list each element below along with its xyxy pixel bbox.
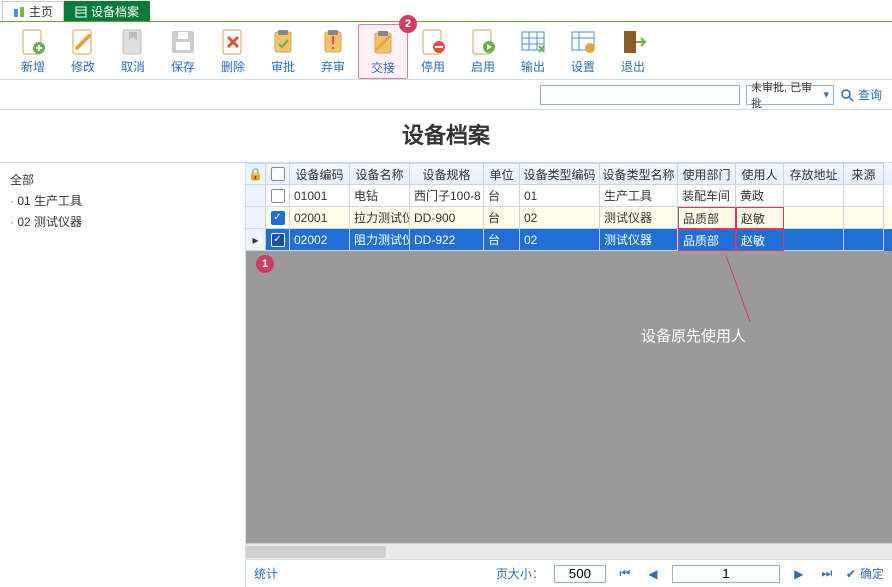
settings-icon — [569, 28, 597, 56]
scrollbar-thumb[interactable] — [246, 546, 386, 558]
new-icon — [19, 28, 47, 56]
horizontal-scrollbar[interactable] — [246, 543, 892, 559]
first-page-button[interactable]: ⏮ — [616, 565, 634, 583]
chevron-down-icon: ▾ — [823, 88, 829, 101]
row-checkbox[interactable] — [271, 189, 285, 203]
delete-button[interactable]: 删除 — [208, 24, 258, 79]
annotation-arrow — [726, 255, 751, 321]
abandon-button[interactable]: 弃审 — [308, 24, 358, 79]
settings-button[interactable]: 设置 — [558, 24, 608, 79]
status-filter-dropdown[interactable]: 未审批, 已审批 ▾ — [746, 85, 834, 105]
last-page-button[interactable]: ⏭ — [818, 565, 836, 583]
search-input[interactable] — [540, 85, 740, 105]
search-label: 查询 — [858, 86, 882, 103]
lock-column-header[interactable]: 🔒 — [246, 163, 266, 185]
abandon-icon — [319, 28, 347, 56]
pager: 统计 页大小： ⏮ ◀ ▶ ⏭ ✔确定 — [246, 559, 892, 587]
home-icon — [13, 6, 25, 18]
enable-icon — [469, 28, 497, 56]
exit-button[interactable]: 退出 — [608, 24, 658, 79]
enable-button[interactable]: 启用 — [458, 24, 508, 79]
filter-bar: 未审批, 已审批 ▾ 查询 — [0, 80, 892, 110]
col-typename[interactable]: 设备类型名称 — [600, 163, 678, 185]
save-button[interactable]: 保存 — [158, 24, 208, 79]
table-row[interactable]: 02001 拉力测试仪 DD-900 台 02 测试仪器 品质部 赵敏 — [246, 207, 892, 229]
data-grid: 🔒 设备编码 设备名称 设备规格 单位 设备类型编码 设备类型名称 使用部门 使… — [246, 163, 892, 587]
cancel-icon — [119, 28, 147, 56]
grid-body: 01001 电钻 西门子100-8 台 01 生产工具 装配车间 黄政 0200… — [246, 185, 892, 543]
new-button[interactable]: 新增 — [8, 24, 58, 79]
col-code[interactable]: 设备编码 — [290, 163, 350, 185]
stats-link[interactable]: 统计 — [254, 565, 278, 582]
tree-item-01[interactable]: 01 生产工具 — [6, 190, 239, 211]
col-dept[interactable]: 使用部门 — [678, 163, 736, 185]
select-all-checkbox[interactable] — [271, 167, 285, 181]
page-size-label: 页大小： — [496, 565, 544, 582]
table-row[interactable]: ▸ 02002 阻力测试仪 DD-922 台 02 测试仪器 品质部 赵敏 — [246, 229, 892, 251]
page-title: 设备档案 — [0, 110, 892, 162]
category-tree: 全部 01 生产工具 02 测试仪器 — [0, 163, 246, 587]
toolbar: 新增 修改 取消 保存 删除 审批 弃审 交接 2 停用 启用 输出 设置 退出 — [0, 22, 892, 80]
export-button[interactable]: 输出 — [508, 24, 558, 79]
annotation-text: 设备原先使用人 — [641, 325, 746, 346]
status-filter-text: 未审批, 已审批 — [751, 79, 819, 111]
approve-icon — [269, 28, 297, 56]
col-spec[interactable]: 设备规格 — [410, 163, 484, 185]
grid-icon — [75, 6, 87, 18]
approve-button[interactable]: 审批 — [258, 24, 308, 79]
search-button[interactable]: 查询 — [840, 86, 882, 103]
delete-icon — [219, 28, 247, 56]
edit-button[interactable]: 修改 — [58, 24, 108, 79]
tree-item-02[interactable]: 02 测试仪器 — [6, 211, 239, 232]
tree-item-all[interactable]: 全部 — [6, 169, 239, 190]
page-size-input[interactable] — [554, 565, 606, 583]
next-page-button[interactable]: ▶ — [790, 565, 808, 583]
tab-home-label: 主页 — [29, 3, 53, 20]
col-typecode[interactable]: 设备类型编码 — [520, 163, 600, 185]
confirm-button[interactable]: ✔确定 — [846, 565, 884, 582]
annotation-badge-1: 1 — [256, 255, 274, 273]
page-number-input[interactable] — [672, 565, 780, 583]
cancel-button[interactable]: 取消 — [108, 24, 158, 79]
disable-icon — [419, 28, 447, 56]
col-source[interactable]: 来源 — [844, 163, 884, 185]
col-user[interactable]: 使用人 — [736, 163, 784, 185]
save-icon — [169, 28, 197, 56]
row-checkbox[interactable] — [271, 211, 285, 225]
col-addr[interactable]: 存放地址 — [784, 163, 844, 185]
disable-button[interactable]: 停用 — [408, 24, 458, 79]
col-unit[interactable]: 单位 — [484, 163, 520, 185]
row-checkbox[interactable] — [271, 233, 285, 247]
handover-icon — [369, 29, 397, 57]
tab-active-label: 设备档案 — [91, 3, 139, 20]
grid-header: 🔒 设备编码 设备名称 设备规格 单位 设备类型编码 设备类型名称 使用部门 使… — [246, 163, 892, 185]
tab-equipment-archive[interactable]: 设备档案 — [64, 1, 150, 21]
handover-button[interactable]: 交接 2 — [358, 24, 408, 79]
tab-bar: 主页 设备档案 — [0, 0, 892, 22]
check-icon: ✔ — [846, 567, 856, 581]
search-icon — [840, 88, 854, 102]
main-split: 全部 01 生产工具 02 测试仪器 🔒 设备编码 设备名称 设备规格 单位 设… — [0, 162, 892, 587]
exit-icon — [619, 28, 647, 56]
checkbox-column-header[interactable] — [266, 163, 290, 185]
col-name[interactable]: 设备名称 — [350, 163, 410, 185]
export-icon — [519, 28, 547, 56]
tab-home[interactable]: 主页 — [2, 1, 64, 21]
table-row[interactable]: 01001 电钻 西门子100-8 台 01 生产工具 装配车间 黄政 — [246, 185, 892, 207]
annotation-badge-2: 2 — [399, 15, 417, 33]
prev-page-button[interactable]: ◀ — [644, 565, 662, 583]
edit-icon — [69, 28, 97, 56]
